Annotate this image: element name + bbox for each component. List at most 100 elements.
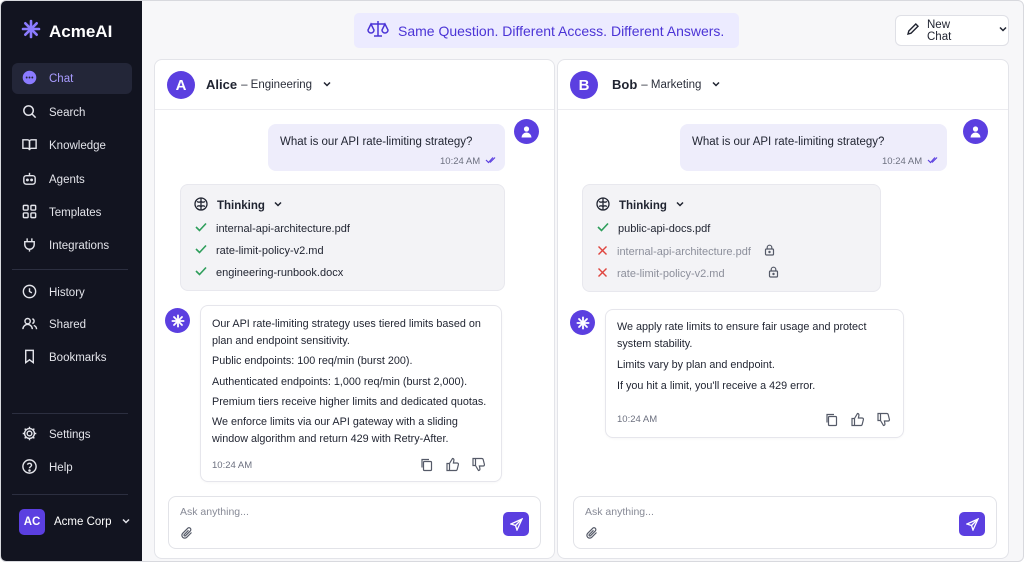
sidebar-item-agents[interactable]: Agents xyxy=(12,164,132,195)
sidebar-item-knowledge[interactable]: Knowledge xyxy=(12,130,132,161)
doc-name: public-api-docs.pdf xyxy=(618,222,711,235)
answer-line: plan and endpoint sensitivity. xyxy=(212,335,350,347)
app-name: AcmeAI xyxy=(49,21,113,41)
brand[interactable]: AcmeAI xyxy=(21,19,112,44)
assistant-avatar-icon xyxy=(165,308,190,333)
user-name: Alice xyxy=(206,77,238,92)
sidebar-item-help[interactable]: Help xyxy=(12,452,132,483)
robot-icon xyxy=(21,170,38,190)
answer-line: Our API rate-limiting strategy uses tier… xyxy=(212,318,481,330)
sidebar-item-label: History xyxy=(49,286,85,299)
plug-icon xyxy=(21,236,38,256)
timestamp-text: 10:24 AM xyxy=(440,156,481,167)
logo-asterisk-icon xyxy=(21,19,41,44)
sidebar-item-label: Agents xyxy=(49,173,85,186)
chevron-down-icon xyxy=(675,199,685,212)
thinking-toggle[interactable]: Thinking xyxy=(193,196,283,215)
copy-icon[interactable] xyxy=(824,412,839,427)
double-check-icon xyxy=(485,156,498,167)
send-button[interactable] xyxy=(959,512,985,536)
pencil-icon xyxy=(906,22,920,39)
check-icon xyxy=(195,222,207,235)
answer-line: Premium tiers receive higher limits and … xyxy=(212,396,487,408)
doc-name: internal-api-architecture.pdf xyxy=(216,222,350,235)
double-check-icon xyxy=(927,156,940,167)
thinking-label: Thinking xyxy=(619,199,667,212)
chevron-down-icon xyxy=(273,199,283,212)
gear-icon xyxy=(21,425,38,445)
answer-line: Limits vary by plan and endpoint. xyxy=(617,359,775,371)
send-button[interactable] xyxy=(503,512,529,536)
search-icon xyxy=(21,103,38,123)
banner-text: Same Question. Different Access. Differe… xyxy=(398,22,725,39)
new-chat-label: New Chat xyxy=(927,18,952,43)
grid-icon xyxy=(21,203,38,223)
x-icon xyxy=(597,267,608,281)
answer-line: We apply rate limits to ensure fair usag… xyxy=(617,321,867,333)
thumbs-up-icon[interactable] xyxy=(850,412,865,427)
new-chat-button[interactable]: New Chat xyxy=(895,15,1009,46)
message-actions xyxy=(419,457,486,472)
sidebar-item-search[interactable]: Search xyxy=(12,97,132,128)
copy-icon[interactable] xyxy=(419,457,434,472)
paperclip-icon[interactable] xyxy=(180,526,194,540)
assistant-message: Our API rate-limiting strategy uses tier… xyxy=(200,305,502,482)
bookmark-icon xyxy=(21,348,38,368)
check-icon xyxy=(195,266,207,279)
chevron-down-icon[interactable] xyxy=(998,24,1008,37)
help-circle-icon xyxy=(21,458,38,478)
user-avatar: A xyxy=(167,71,195,99)
sidebar-item-templates[interactable]: Templates xyxy=(12,197,132,228)
assistant-avatar-icon xyxy=(570,310,595,335)
sidebar-item-label: Search xyxy=(49,106,86,119)
thumbs-up-icon[interactable] xyxy=(445,457,460,472)
sidebar-item-settings[interactable]: Settings xyxy=(12,419,132,450)
app-window: AcmeAI Chat Search Knowledge Agents Temp… xyxy=(0,0,1024,562)
sidebar-item-bookmarks[interactable]: Bookmarks xyxy=(12,342,132,373)
chat-panel-alice: A Alice – Engineering What is our API ra… xyxy=(154,59,555,559)
x-icon xyxy=(597,245,608,259)
doc-item-denied: internal-api-architecture.pdf xyxy=(597,244,775,259)
user-selector[interactable]: Bob – Marketing xyxy=(612,77,721,92)
workspace-name: Acme Corp xyxy=(54,516,112,528)
assistant-message: We apply rate limits to ensure fair usag… xyxy=(605,309,904,438)
thumbs-down-icon[interactable] xyxy=(471,457,486,472)
panel-header: A Alice – Engineering xyxy=(155,60,554,110)
sidebar-item-integrations[interactable]: Integrations xyxy=(12,230,132,261)
lock-icon xyxy=(764,244,775,259)
user-selector[interactable]: Alice – Engineering xyxy=(206,77,332,92)
chat-bubble-icon xyxy=(21,69,38,89)
user-message-text: What is our API rate-limiting strategy? xyxy=(280,136,473,148)
thumbs-down-icon[interactable] xyxy=(876,412,891,427)
users-icon xyxy=(21,315,38,335)
doc-name: rate-limit-policy-v2.md xyxy=(216,244,324,257)
answer-timestamp: 10:24 AM xyxy=(212,460,253,471)
answer-line: window algorithm and return 429 with Ret… xyxy=(212,433,449,445)
book-icon xyxy=(21,136,38,156)
sidebar-item-label: Shared xyxy=(49,318,87,331)
paperclip-icon[interactable] xyxy=(585,526,599,540)
sidebar-item-chat[interactable]: Chat xyxy=(12,63,132,94)
thinking-toggle[interactable]: Thinking xyxy=(595,196,685,215)
sidebar-item-history[interactable]: History xyxy=(12,277,132,308)
send-icon xyxy=(509,517,523,531)
sidebar-item-shared[interactable]: Shared xyxy=(12,309,132,340)
chevron-down-icon xyxy=(322,77,332,92)
chat-input[interactable] xyxy=(585,506,835,518)
doc-name: rate-limit-policy-v2.md xyxy=(617,267,725,280)
user-role: – Marketing xyxy=(641,78,702,91)
chat-input-box xyxy=(573,496,997,549)
sidebar-item-label: Help xyxy=(49,461,73,474)
timestamp-text: 10:24 AM xyxy=(882,156,923,167)
chevron-down-icon xyxy=(711,77,721,92)
sidebar-divider xyxy=(12,269,128,270)
user-role: – Engineering xyxy=(241,78,313,91)
chat-input[interactable] xyxy=(180,506,430,518)
sidebar-divider xyxy=(12,494,128,495)
sidebar-item-label: Bookmarks xyxy=(49,351,107,364)
doc-item: internal-api-architecture.pdf xyxy=(195,222,350,235)
chat-panel-bob: B Bob – Marketing What is our API rate-l… xyxy=(557,59,1009,559)
workspace-switcher[interactable]: AC Acme Corp xyxy=(19,509,131,535)
send-icon xyxy=(965,517,979,531)
doc-name: internal-api-architecture.pdf xyxy=(617,245,751,258)
